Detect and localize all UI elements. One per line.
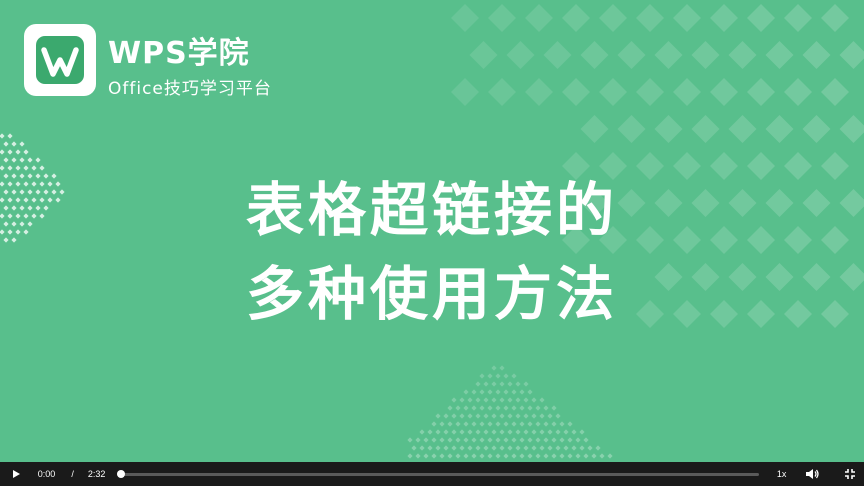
playback-speed-button[interactable]: 1x	[777, 469, 787, 479]
play-button[interactable]	[0, 462, 32, 486]
fullscreen-exit-icon	[845, 469, 856, 479]
headline-line-2: 多种使用方法	[245, 260, 618, 328]
progress-handle[interactable]	[117, 469, 126, 478]
headline-line-1: 表格超链接的	[245, 176, 618, 244]
brand-title: WPS学院	[108, 36, 250, 71]
brand-subtitle: Office技巧学习平台	[108, 79, 272, 99]
volume-icon	[806, 469, 819, 479]
progress-bar[interactable]	[117, 469, 759, 478]
time-separator: /	[71, 469, 74, 479]
wps-logo	[24, 24, 96, 96]
current-time: 0:00	[37, 469, 56, 479]
video-headline: 表格超链接的 多种使用方法	[0, 168, 864, 336]
player-control-bar: 0:00 / 2:32 1x	[0, 462, 864, 486]
play-icon	[12, 470, 20, 478]
fullscreen-button[interactable]	[836, 462, 864, 486]
volume-button[interactable]	[798, 462, 826, 486]
wps-w-logo-icon	[36, 36, 84, 84]
video-player[interactable]: WPS学院 Office技巧学习平台 表格超链接的 多种使用方法 0:00 / …	[0, 0, 864, 486]
duration: 2:32	[87, 469, 106, 479]
